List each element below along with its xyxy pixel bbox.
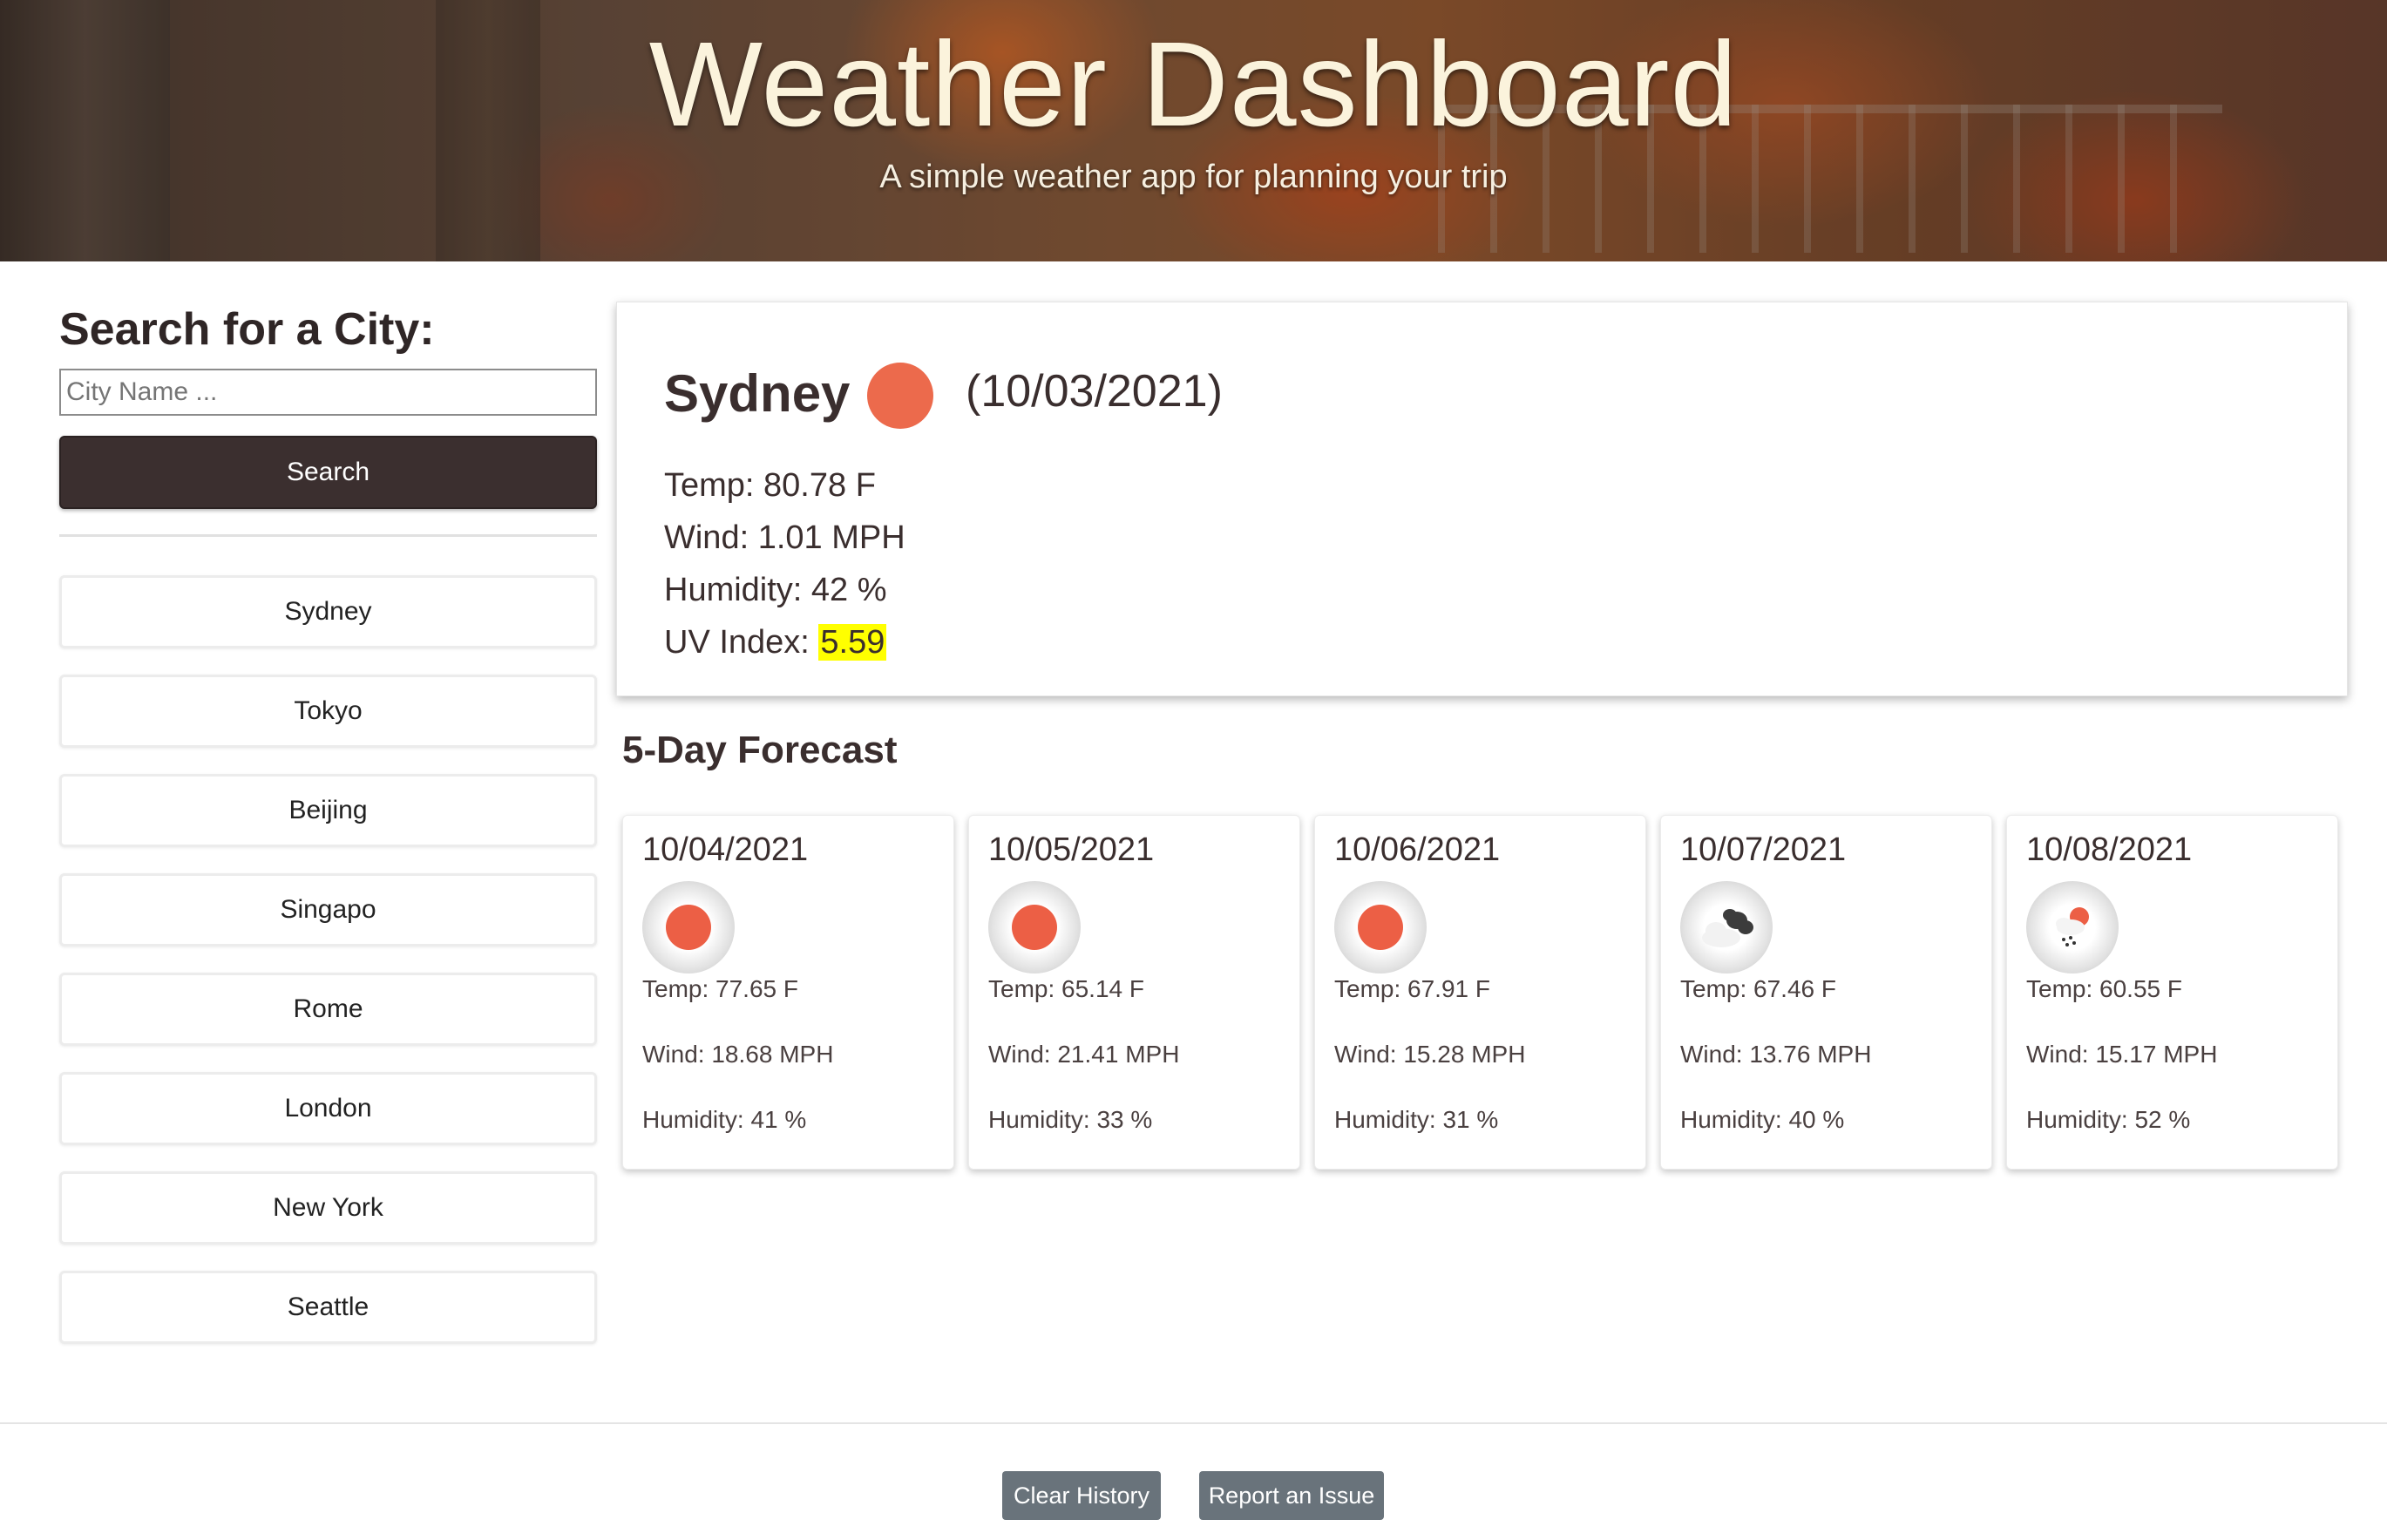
clear-history-button[interactable]: Clear History <box>1002 1471 1161 1520</box>
history-button-singapo[interactable]: Singapo <box>59 873 597 946</box>
rain-shape <box>2056 907 2089 946</box>
forecast-wind: Wind: 18.68 MPH <box>642 1041 834 1068</box>
history-button-beijing[interactable]: Beijing <box>59 774 597 847</box>
forecast-humidity: Humidity: 40 % <box>1680 1106 1845 1133</box>
history-button-seattle[interactable]: Seattle <box>59 1271 597 1344</box>
hero-banner: Weather Dashboard A simple weather app f… <box>0 0 2387 261</box>
forecast-card: 10/05/2021 Temp: 65.14 F Wind: 21.41 MPH… <box>968 815 1300 1170</box>
current-date: (10/03/2021) <box>966 366 1223 417</box>
forecast-card: 10/06/2021 Temp: 67.91 F Wind: 15.28 MPH… <box>1314 815 1646 1170</box>
clear-sky-icon <box>642 881 735 974</box>
history-button-london[interactable]: London <box>59 1072 597 1145</box>
current-city-name: Sydney <box>664 364 851 423</box>
history-button-sydney[interactable]: Sydney <box>59 575 597 648</box>
clear-sky-icon <box>867 363 933 429</box>
forecast-wind: Wind: 15.17 MPH <box>2026 1041 2218 1068</box>
forecast-date: 10/07/2021 <box>1680 831 1847 868</box>
forecast-wind: Wind: 13.76 MPH <box>1680 1041 1872 1068</box>
history-button-tokyo[interactable]: Tokyo <box>59 675 597 748</box>
forecast-temp: Temp: 67.91 F <box>1334 975 1490 1002</box>
forecast-date: 10/06/2021 <box>1334 831 1501 868</box>
current-stats: Temp: 80.78 F Wind: 1.01 MPH Humidity: 4… <box>664 459 905 668</box>
uv-index-label: UV Index: <box>664 624 819 661</box>
forecast-wind: Wind: 21.41 MPH <box>988 1041 1180 1068</box>
page-subtitle: A simple weather app for planning your t… <box>879 159 1508 195</box>
forecast-temp: Temp: 60.55 F <box>2026 975 2182 1002</box>
forecast-row: 10/04/2021 Temp: 77.65 F Wind: 18.68 MPH… <box>622 815 2341 1170</box>
broken-clouds-shape <box>1702 909 1753 947</box>
forecast-card: 10/07/2021 Temp: 67.46 F Wind: 13.76 MPH… <box>1660 815 1992 1170</box>
clear-sky-icon <box>988 881 1081 974</box>
page-title: Weather Dashboard <box>648 17 1739 152</box>
uv-index-badge: 5.59 <box>818 624 887 661</box>
history-button-new-york[interactable]: New York <box>59 1171 597 1245</box>
search-heading: Search for a City: <box>59 304 435 355</box>
forecast-humidity: Humidity: 33 % <box>988 1106 1153 1133</box>
forecast-wind: Wind: 15.28 MPH <box>1334 1041 1526 1068</box>
current-temp: Temp: 80.78 F <box>664 467 876 504</box>
sidebar-divider <box>59 534 597 537</box>
current-wind: Wind: 1.01 MPH <box>664 519 905 556</box>
current-humidity: Humidity: 42 % <box>664 572 887 608</box>
current-uv-index: UV Index: 5.59 <box>664 616 905 668</box>
clear-sky-icon <box>1334 881 1427 974</box>
forecast-temp: Temp: 67.46 F <box>1680 975 1836 1002</box>
forecast-temp: Temp: 77.65 F <box>642 975 798 1002</box>
forecast-temp: Temp: 65.14 F <box>988 975 1144 1002</box>
rain-icon <box>2026 881 2119 974</box>
sun-shape <box>666 905 711 950</box>
search-history-list: Sydney Tokyo Beijing Singapo Rome London… <box>59 575 597 1370</box>
forecast-heading: 5-Day Forecast <box>622 729 898 771</box>
forecast-date: 10/05/2021 <box>988 831 1155 868</box>
report-issue-button[interactable]: Report an Issue <box>1199 1471 1384 1520</box>
forecast-date: 10/08/2021 <box>2026 831 2193 868</box>
forecast-card: 10/08/2021 Temp: 60.55 F Wind: 15.17 MPH… <box>2006 815 2338 1170</box>
forecast-date: 10/04/2021 <box>642 831 809 868</box>
sun-shape <box>1358 905 1403 950</box>
forecast-humidity: Humidity: 52 % <box>2026 1106 2191 1133</box>
search-button[interactable]: Search <box>59 436 597 509</box>
forecast-card: 10/04/2021 Temp: 77.65 F Wind: 18.68 MPH… <box>622 815 954 1170</box>
history-button-rome[interactable]: Rome <box>59 973 597 1046</box>
forecast-humidity: Humidity: 41 % <box>642 1106 807 1133</box>
forecast-humidity: Humidity: 31 % <box>1334 1106 1499 1133</box>
footer-divider <box>0 1422 2387 1424</box>
current-weather-card: Sydney (10/03/2021) Temp: 80.78 F Wind: … <box>616 302 2348 696</box>
city-search-input[interactable] <box>59 369 597 416</box>
broken-clouds-icon <box>1680 881 1773 974</box>
sun-shape <box>1012 905 1057 950</box>
